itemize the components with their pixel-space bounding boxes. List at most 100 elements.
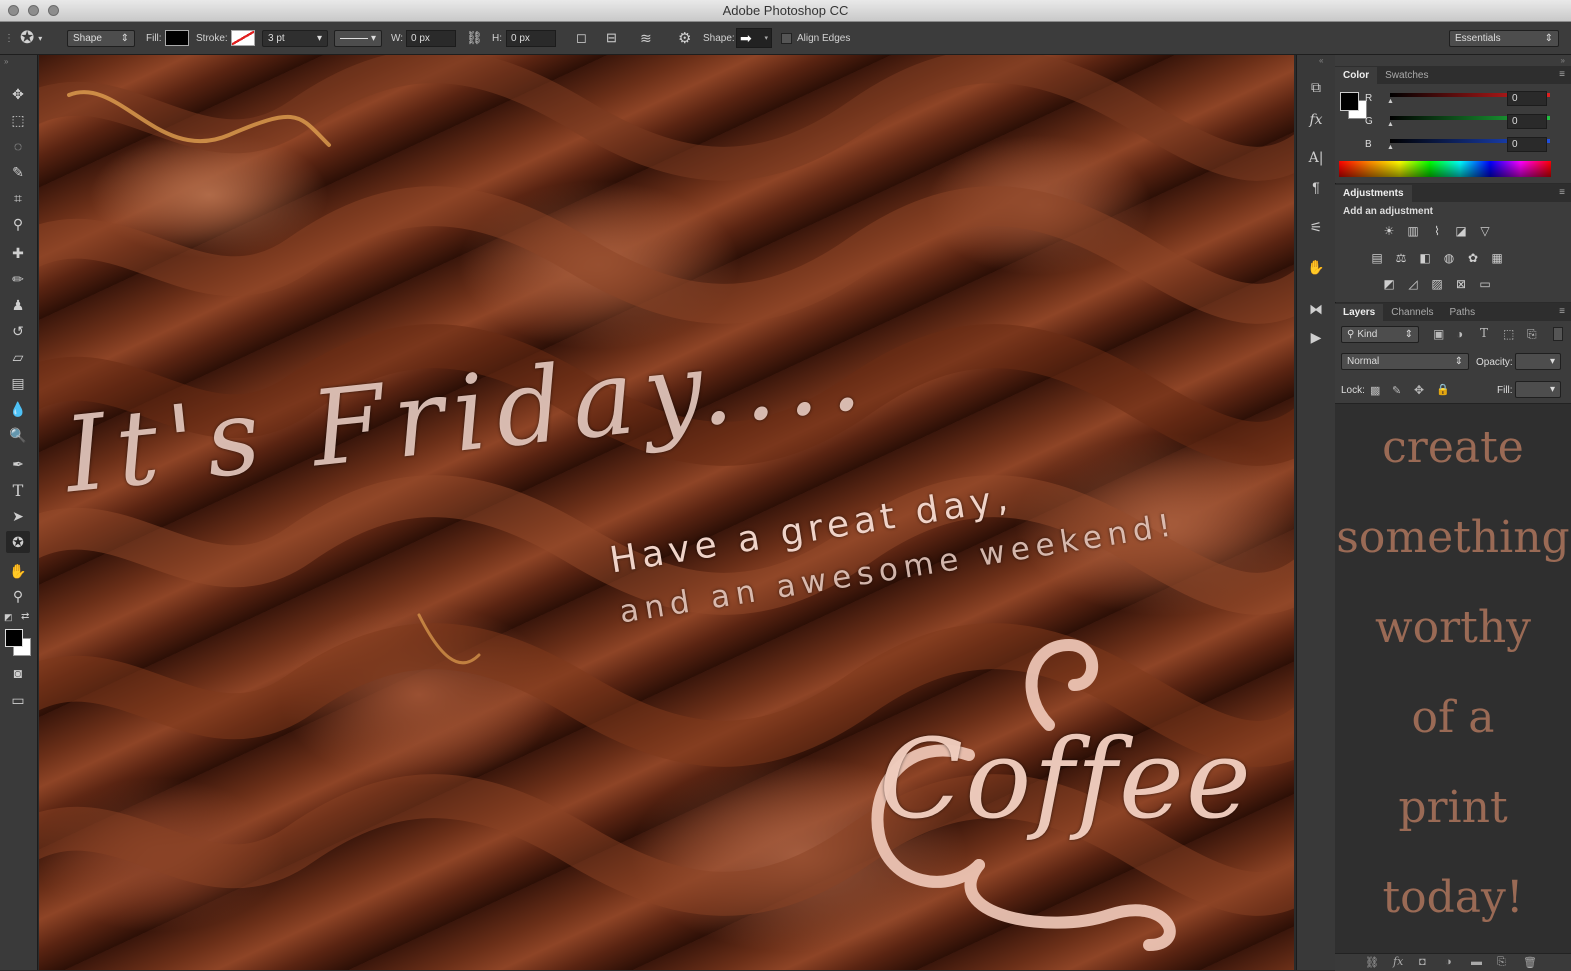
dodge-tool-icon[interactable]: 🔍 <box>6 424 30 446</box>
filter-adjustment-icon[interactable]: ◑ <box>1456 327 1463 341</box>
tab-layers[interactable]: Layers <box>1335 304 1384 321</box>
blend-mode-select[interactable]: Normal ⇕ <box>1341 353 1469 370</box>
history-brush-tool-icon[interactable]: ↺ <box>6 320 30 342</box>
stroke-width-select[interactable]: 3 pt ▾ <box>262 29 328 47</box>
collapse-icon[interactable]: » <box>4 57 8 66</box>
clone-stamp-tool-icon[interactable]: ♟ <box>6 294 30 316</box>
posterize-icon[interactable]: ◿ <box>1405 277 1421 291</box>
zoom-tool-icon[interactable]: ⚲ <box>6 585 30 607</box>
lock-all-icon[interactable]: 🔒 <box>1436 383 1450 396</box>
quick-selection-tool-icon[interactable]: ✎ <box>6 161 30 183</box>
align-edges-checkbox[interactable] <box>781 32 792 44</box>
add-mask-icon[interactable]: ◘ <box>1419 956 1426 968</box>
filter-shape-icon[interactable]: ⬚ <box>1503 327 1514 341</box>
tool-preset-picker[interactable]: ✪ ▾ <box>20 22 42 54</box>
channel-mixer-icon[interactable]: ✿ <box>1465 251 1481 265</box>
filter-smart-object-icon[interactable]: ⎘ <box>1527 327 1537 342</box>
eraser-tool-icon[interactable]: ▱ <box>6 346 30 368</box>
curves-icon[interactable]: ⌇ <box>1429 224 1445 238</box>
path-alignment-icon[interactable]: ⊟ <box>606 22 617 54</box>
path-arrangement-icon[interactable]: ≋ <box>640 22 652 54</box>
blur-tool-icon[interactable]: 💧 <box>6 398 30 420</box>
path-selection-tool-icon[interactable]: ➤ <box>6 505 30 527</box>
hand-tool-icon[interactable]: ✋ <box>6 560 30 582</box>
photo-filter-icon[interactable]: ◍ <box>1441 251 1457 265</box>
foreground-color-swatch[interactable] <box>1340 92 1359 111</box>
black-white-icon[interactable]: ◧ <box>1417 251 1433 265</box>
filter-toggle[interactable] <box>1553 327 1563 341</box>
swap-colors-icon[interactable]: ⇄ <box>21 611 29 622</box>
eyedropper-tool-icon[interactable]: ⚲ <box>6 213 30 235</box>
properties-panel-icon[interactable]: ⚟ <box>1305 217 1327 237</box>
hue-saturation-icon[interactable]: ▤ <box>1369 251 1385 265</box>
type-tool-icon[interactable]: T <box>6 479 30 501</box>
selective-color-icon[interactable]: ⊠ <box>1453 277 1469 291</box>
actions-play-icon[interactable]: ▶ <box>1305 327 1327 347</box>
tab-channels[interactable]: Channels <box>1383 304 1441 321</box>
gradient-map-icon[interactable]: ▭ <box>1477 277 1493 291</box>
invert-icon[interactable]: ◩ <box>1381 277 1397 291</box>
tool-mode-select[interactable]: Shape ⇕ <box>67 29 135 47</box>
lock-position-icon[interactable]: ✥ <box>1414 383 1424 397</box>
pen-tool-icon[interactable]: ✒ <box>6 453 30 475</box>
levels-icon[interactable]: ▥ <box>1405 224 1421 238</box>
new-group-icon[interactable]: ▬ <box>1471 956 1482 968</box>
new-layer-icon[interactable]: ⎘ <box>1497 956 1506 969</box>
collapse-icon[interactable]: » <box>1561 56 1565 65</box>
color-spectrum-ramp[interactable] <box>1339 161 1551 177</box>
link-layers-icon[interactable]: ⛓ <box>1365 956 1379 969</box>
g-value-field[interactable]: 0 <box>1507 114 1547 129</box>
tab-adjustments[interactable]: Adjustments <box>1335 185 1412 202</box>
lasso-tool-icon[interactable]: ◌ <box>6 135 30 157</box>
panel-menu-icon[interactable]: ≡ <box>1559 187 1565 198</box>
tab-paths[interactable]: Paths <box>1442 304 1484 321</box>
filter-pixel-icon[interactable]: ▣ <box>1433 327 1444 341</box>
custom-shape-tool-icon[interactable]: ✪ <box>6 531 30 553</box>
fill-field[interactable]: ▾ <box>1515 381 1561 398</box>
width-field[interactable]: 0 px <box>406 29 456 47</box>
move-tool-icon[interactable]: ✥ <box>6 83 30 105</box>
opacity-field[interactable]: ▾ <box>1515 353 1561 370</box>
healing-brush-tool-icon[interactable]: ✚ <box>6 242 30 264</box>
screen-mode-icon[interactable]: ▭ <box>6 689 30 711</box>
layer-style-icon[interactable]: fx <box>1305 110 1327 130</box>
lock-pixels-icon[interactable]: ✎ <box>1392 384 1401 397</box>
shape-picker[interactable]: ➡ ▾ <box>736 28 772 48</box>
adjustment-layer-icon[interactable]: ◑ <box>1445 956 1452 968</box>
threshold-icon[interactable]: ▨ <box>1429 277 1445 291</box>
trash-icon[interactable]: 🗑 <box>1523 956 1537 969</box>
stroke-swatch[interactable] <box>231 30 255 46</box>
fx-icon[interactable]: fx <box>1393 955 1403 968</box>
history-panel-icon[interactable]: ⧉ <box>1305 77 1327 97</box>
gradient-tool-icon[interactable]: ▤ <box>6 372 30 394</box>
height-field[interactable]: 0 px <box>506 29 556 47</box>
b-value-field[interactable]: 0 <box>1507 137 1547 152</box>
exposure-icon[interactable]: ◪ <box>1453 224 1469 238</box>
color-lookup-icon[interactable]: ▦ <box>1489 251 1505 265</box>
brush-tool-icon[interactable]: ✏ <box>6 268 30 290</box>
filter-type-icon[interactable]: T <box>1480 326 1488 340</box>
tab-swatches[interactable]: Swatches <box>1377 67 1436 84</box>
tab-color[interactable]: Color <box>1335 67 1378 84</box>
gear-icon[interactable]: ⚙ <box>678 22 691 54</box>
paragraph-panel-icon[interactable]: ¶ <box>1305 177 1327 197</box>
tool-presets-icon[interactable]: ✋ <box>1305 257 1327 277</box>
vibrance-icon[interactable]: ▽ <box>1477 224 1493 238</box>
collapse-icon[interactable]: « <box>1319 56 1323 65</box>
color-balance-icon[interactable]: ⚖ <box>1393 251 1409 265</box>
quick-mask-icon[interactable]: ◙ <box>6 662 30 684</box>
stroke-type-select[interactable]: ▾ <box>334 29 382 47</box>
clone-source-icon[interactable]: ⧓ <box>1305 299 1327 319</box>
fill-swatch[interactable] <box>165 30 189 46</box>
brightness-icon[interactable]: ☀ <box>1381 224 1397 238</box>
lock-transparency-icon[interactable]: ▩ <box>1370 384 1380 397</box>
document-canvas[interactable]: It's Friday.... Have a great day, and an… <box>39 55 1294 970</box>
default-colors-icon[interactable]: ◩ <box>4 612 13 623</box>
workspace-select[interactable]: Essentials ⇕ <box>1449 29 1559 47</box>
crop-tool-icon[interactable]: ⌗ <box>6 187 30 209</box>
r-value-field[interactable]: 0 <box>1507 91 1547 106</box>
panel-menu-icon[interactable]: ≡ <box>1559 306 1565 317</box>
foreground-color-swatch[interactable] <box>5 629 23 647</box>
link-icon[interactable]: ⛓ <box>466 22 483 54</box>
layer-filter-select[interactable]: ⚲ Kind ⇕ <box>1341 326 1419 343</box>
